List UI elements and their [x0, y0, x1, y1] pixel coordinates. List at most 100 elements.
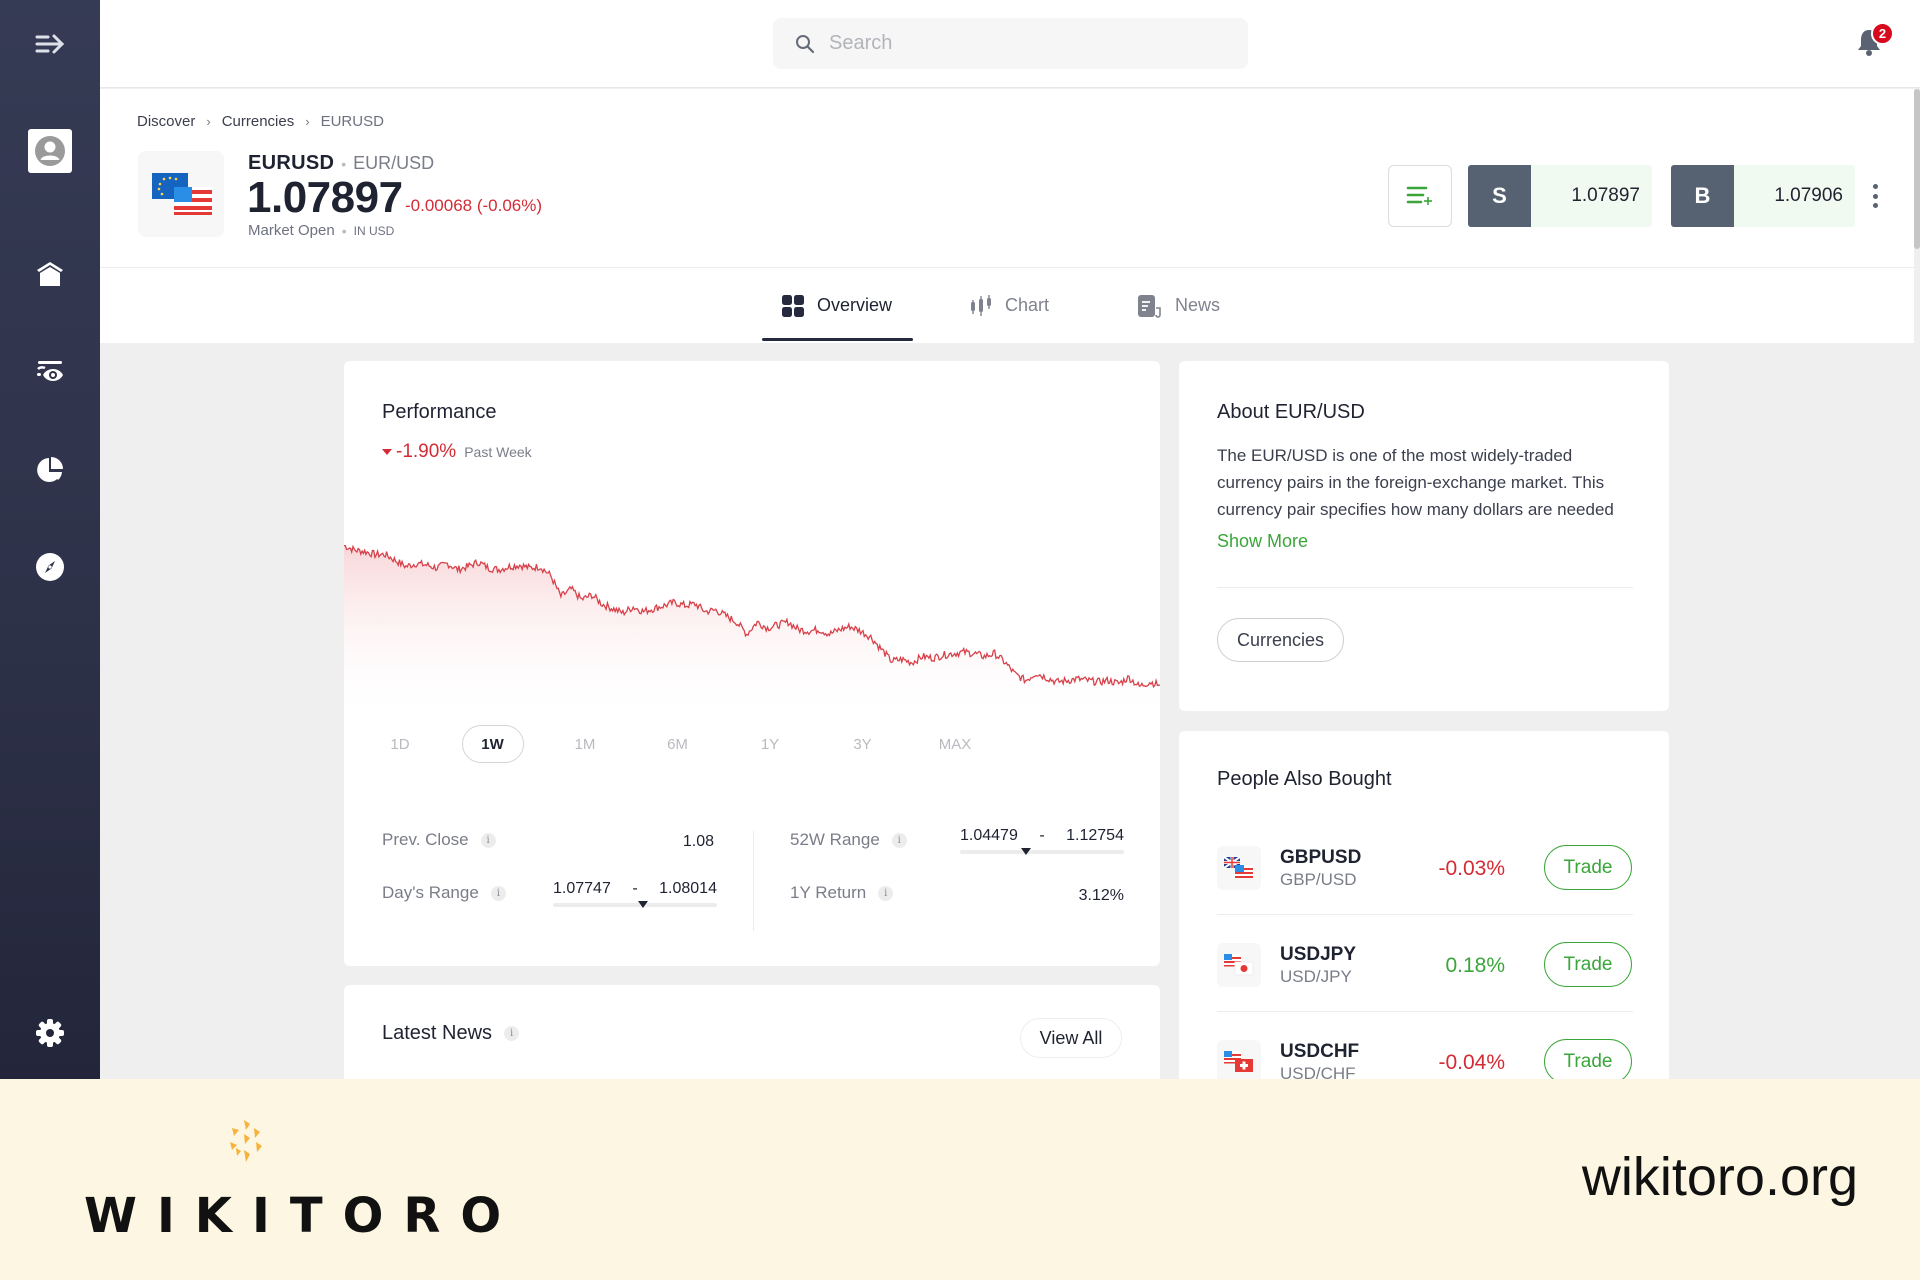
info-icon[interactable]: i: [504, 1026, 520, 1041]
pab-change: -0.03%: [1438, 857, 1505, 880]
trade-button[interactable]: Trade: [1544, 1039, 1632, 1084]
52w-range-bar: [960, 850, 1124, 854]
pab-change: 0.18%: [1445, 954, 1505, 977]
instrument-price: 1.07897: [247, 173, 403, 222]
people-also-bought-title: People Also Bought: [1217, 768, 1392, 790]
info-icon[interactable]: i: [490, 885, 506, 901]
period-selector: 1D 1W 1M 6M 1Y 3Y MAX: [344, 723, 1160, 769]
info-icon[interactable]: i: [480, 832, 496, 848]
tab-overview-label: Overview: [817, 295, 893, 315]
collapse-menu-button[interactable]: [0, 28, 100, 60]
days-range-label: Day's Range i: [382, 883, 506, 903]
search-input[interactable]: [829, 32, 1229, 55]
instrument-logo: [138, 151, 224, 237]
list-item[interactable]: USDJPY USD/JPY 0.18% Trade: [1217, 918, 1632, 1014]
sidebar-item-settings[interactable]: [0, 1015, 100, 1051]
period-1d-button[interactable]: 1D: [369, 725, 431, 763]
notifications-button[interactable]: 2: [1856, 22, 1894, 58]
sidebar: [0, 0, 100, 1079]
info-icon[interactable]: i: [878, 885, 894, 901]
pab-change: -0.04%: [1438, 1051, 1505, 1074]
breadcrumb-current: EURUSD: [320, 113, 384, 130]
period-1y-button[interactable]: 1Y: [739, 725, 801, 763]
sell-label: S: [1468, 165, 1531, 227]
expand-arrow-icon: [35, 34, 65, 54]
breadcrumb-discover[interactable]: Discover: [137, 113, 195, 130]
52w-range: 1.04479-1.12754: [960, 827, 1124, 861]
instrument-change: -0.00068 (-0.06%): [405, 196, 543, 215]
view-all-news-button[interactable]: View All: [1020, 1018, 1122, 1058]
instrument-symbol: EURUSD: [248, 152, 335, 174]
buy-price: 1.07906: [1734, 165, 1855, 227]
trade-button[interactable]: Trade: [1544, 845, 1632, 890]
info-icon[interactable]: i: [891, 832, 907, 848]
sell-button[interactable]: S 1.07897: [1468, 165, 1652, 227]
market-status-text: Market Open: [248, 222, 335, 239]
instrument-title: EURUSD • EUR/USD: [248, 152, 435, 174]
days-range-low: 1.07747: [553, 880, 611, 897]
sidebar-item-watchlist[interactable]: [0, 354, 100, 390]
performance-period-label: Past Week: [464, 444, 532, 460]
52w-range-low: 1.04479: [960, 827, 1018, 844]
tab-chart[interactable]: Chart: [969, 268, 1049, 343]
period-3y-button[interactable]: 3Y: [832, 725, 894, 763]
eu-us-flags-icon: [152, 173, 212, 215]
sell-price: 1.07897: [1531, 165, 1652, 227]
instrument-name: EUR/USD: [353, 153, 435, 173]
search-box[interactable]: [773, 18, 1248, 69]
sidebar-item-discover[interactable]: [0, 549, 100, 585]
52w-range-high: 1.12754: [1066, 827, 1124, 844]
top-bar: 2: [100, 0, 1920, 88]
period-1m-button[interactable]: 1M: [554, 725, 616, 763]
performance-change: -1.90% Past Week: [382, 441, 532, 463]
performance-title: Performance: [382, 401, 497, 423]
tab-chart-label: Chart: [1005, 295, 1050, 315]
period-6m-button[interactable]: 6M: [647, 725, 709, 763]
about-title: About EUR/USD: [1217, 401, 1365, 423]
chevron-right-icon: ›: [305, 114, 310, 129]
pie-chart-icon: [37, 457, 63, 482]
period-max-button[interactable]: MAX: [924, 725, 986, 763]
market-status: Market Open • IN USD: [248, 222, 395, 239]
performance-card: Performance -1.90% Past Week 1D 1W 1M 6M 1Y 3…: [344, 361, 1160, 966]
period-1w-button[interactable]: 1W: [461, 725, 524, 763]
pab-name: GBP/USD: [1280, 870, 1357, 889]
buy-button[interactable]: B 1.07906: [1671, 165, 1855, 227]
performance-area-fill: [344, 545, 1160, 721]
page-scrollbar[interactable]: [1914, 89, 1920, 249]
currencies-tag-button[interactable]: Currencies: [1217, 618, 1344, 662]
candlestick-icon: [969, 294, 993, 318]
wikitoro-logo-icon: [222, 1118, 268, 1173]
avatar[interactable]: [28, 129, 72, 173]
show-more-link[interactable]: Show More: [1217, 531, 1308, 552]
1y-return-value: 3.12%: [1078, 887, 1124, 904]
notification-count-badge: 2: [1871, 22, 1894, 45]
tab-news[interactable]: News: [1137, 268, 1220, 343]
gear-icon: [36, 1019, 64, 1047]
days-range: 1.07747-1.08014: [553, 880, 717, 914]
list-item[interactable]: GBPUSD GBP/USD -0.03% Trade: [1217, 821, 1632, 917]
wikitoro-url: wikitoro.org: [1581, 1147, 1858, 1207]
days-range-high: 1.08014: [659, 880, 717, 897]
trade-button[interactable]: Trade: [1544, 942, 1632, 987]
more-options-button[interactable]: [1870, 184, 1880, 208]
breadcrumb-currencies[interactable]: Currencies: [222, 113, 295, 130]
grid-icon: [781, 294, 805, 318]
about-description: The EUR/USD is one of the most widely-tr…: [1217, 446, 1614, 519]
instrument-tabs: Overview Chart News: [100, 268, 1914, 343]
sidebar-item-portfolio[interactable]: [0, 452, 100, 488]
prev-close-value: 1.08: [682, 833, 714, 850]
about-card: About EUR/USD The EUR/USD is one of the …: [1179, 361, 1669, 711]
triangle-down-icon: [382, 449, 392, 455]
days-range-marker: [638, 901, 649, 908]
breadcrumb: Discover › Currencies › EURUSD: [137, 113, 384, 130]
instrument-header: Discover › Currencies › EURUSD EURUSD • …: [100, 89, 1914, 268]
performance-chart[interactable]: [344, 481, 1160, 721]
add-to-watchlist-button[interactable]: [1388, 165, 1452, 227]
tab-overview[interactable]: Overview: [781, 268, 892, 343]
sidebar-item-home[interactable]: [0, 256, 100, 292]
search-icon: [796, 34, 815, 53]
active-tab-indicator: [762, 338, 913, 341]
chevron-right-icon: ›: [206, 114, 211, 129]
pab-symbol: USDJPY: [1280, 944, 1357, 965]
